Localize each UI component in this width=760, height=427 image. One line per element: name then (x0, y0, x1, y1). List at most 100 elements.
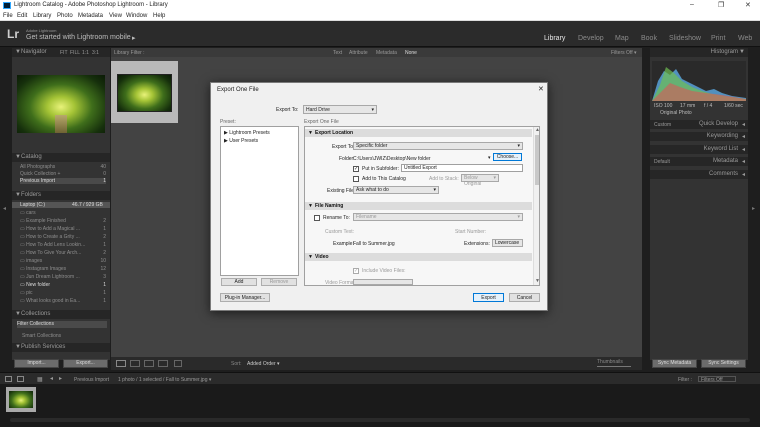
folder-dropdown-icon[interactable]: ▾ (488, 155, 491, 161)
module-book[interactable]: Book (641, 35, 657, 42)
filter-preset[interactable]: Filters Off ▾ (611, 50, 636, 56)
folder-row[interactable]: ▭ Jun Dream Lightroom ... 3 (20, 274, 106, 280)
keyword-list-header[interactable]: Keyword List ◂ (650, 145, 748, 154)
metadata-header[interactable]: Default Metadata ◂ (650, 157, 748, 166)
menu-metadata[interactable]: Metadata (78, 13, 103, 19)
module-print[interactable]: Print (711, 35, 725, 42)
smart-collections[interactable]: Smart Collections (22, 333, 108, 339)
import-button[interactable]: Import... (14, 359, 59, 368)
keywording-header[interactable]: Keywording ◂ (650, 132, 748, 141)
collections-header[interactable]: ▼ Collections (12, 310, 110, 319)
folder-row[interactable]: ▭ New folder 1 (20, 282, 106, 288)
cancel-button[interactable]: Cancel (509, 293, 540, 302)
histogram-header[interactable]: Histogram ▼ (650, 48, 748, 57)
export-confirm-button[interactable]: Export (473, 293, 504, 302)
scroll-down-icon[interactable]: ▼ (535, 278, 539, 284)
grid-view-icon[interactable] (116, 360, 126, 367)
loupe-view-icon[interactable] (130, 360, 140, 367)
minimize-button[interactable]: – (690, 1, 694, 8)
zoom-1-1[interactable]: 1:1 (82, 50, 89, 56)
catalog-item-previous-import[interactable]: Previous Import 1 (20, 178, 106, 184)
module-web[interactable]: Web (738, 35, 752, 42)
compare-view-icon[interactable] (144, 360, 154, 367)
scrollbar-thumb[interactable] (535, 135, 539, 185)
main-window-icon[interactable] (5, 376, 12, 382)
close-window-button[interactable]: ✕ (745, 1, 751, 9)
dialog-close-icon[interactable]: ✕ (538, 85, 544, 93)
catalog-item-quick[interactable]: Quick Collection + 0 (20, 171, 106, 177)
folder-row[interactable]: ▭ How To Give Your Arch... 2 (20, 250, 106, 256)
folder-row[interactable]: ▭ What looks good in Ea... 1 (20, 298, 106, 304)
forward-arrow-icon[interactable]: ▸ (59, 375, 62, 382)
folder-row[interactable]: ▭ How to Add a Magical ... 1 (20, 226, 106, 232)
zoom-3-1[interactable]: 3:1 (92, 50, 99, 56)
right-panel-toggle-icon[interactable]: ▸ (752, 205, 755, 212)
video-format-select[interactable] (353, 279, 413, 285)
survey-view-icon[interactable] (158, 360, 168, 367)
subfolder-checkbox[interactable]: ✓ (353, 166, 359, 172)
filmstrip-thumbnail-cell[interactable] (6, 387, 36, 412)
zoom-fill[interactable]: FILL (70, 50, 80, 56)
filter-attribute[interactable]: Attribute (349, 50, 368, 56)
menu-photo[interactable]: Photo (57, 13, 73, 19)
subfolder-input[interactable] (401, 164, 523, 172)
folder-row[interactable]: ▭ cars (20, 210, 106, 216)
second-window-icon[interactable] (17, 376, 24, 382)
module-slideshow[interactable]: Slideshow (669, 35, 701, 42)
histogram-graph[interactable] (652, 61, 746, 101)
section-video[interactable]: ▼ Video (305, 253, 532, 261)
preset-user[interactable]: ▶ User Presets (224, 138, 258, 144)
folders-header[interactable]: ▼ Folders (12, 191, 110, 200)
menu-view[interactable]: View (109, 13, 122, 19)
filter-metadata[interactable]: Metadata (376, 50, 397, 56)
filter-none[interactable]: None (405, 50, 417, 56)
sort-dropdown[interactable]: Added Order ▾ (247, 361, 280, 367)
folder-row[interactable]: ▭ How to Create a Grity ... 2 (20, 234, 106, 240)
existing-files-select[interactable]: Ask what to do ▾ (353, 186, 439, 194)
maximize-button[interactable]: ❐ (718, 1, 724, 9)
module-develop[interactable]: Develop (578, 35, 604, 42)
publish-header[interactable]: ▼ Publish Services (12, 343, 110, 352)
scroll-up-icon[interactable]: ▲ (535, 127, 539, 133)
section-export-location[interactable]: ▼ Export Location (305, 129, 532, 137)
preset-lightroom[interactable]: ▶ Lightroom Presets (224, 130, 270, 136)
filmstrip-source[interactable]: Previous Import (74, 377, 109, 383)
grid-icon[interactable]: ▦ (37, 376, 43, 383)
filmstrip-scrollbar[interactable] (10, 418, 750, 422)
painter-icon[interactable] (174, 360, 182, 367)
quick-develop-header[interactable]: Custom Quick Develop ◂ (650, 120, 748, 129)
module-library[interactable]: Library (544, 35, 565, 42)
filter-text[interactable]: Text (333, 50, 342, 56)
add-catalog-checkbox[interactable] (353, 176, 359, 182)
menu-file[interactable]: File (3, 13, 13, 19)
choose-folder-button[interactable]: Choose... (493, 153, 522, 161)
include-video-checkbox[interactable]: ✓ (353, 268, 359, 274)
stack-select[interactable]: Below Original ▾ (461, 174, 499, 187)
export-button[interactable]: Export... (63, 359, 108, 368)
folder-row[interactable]: ▭ How To Add Lens Lookin... 1 (20, 242, 106, 248)
filmstrip-filter-select[interactable]: Filters Off (698, 376, 736, 383)
remove-preset-button[interactable]: Remove (261, 278, 297, 286)
left-panel-toggle-icon[interactable]: ◂ (3, 205, 6, 212)
folder-row[interactable]: ▭ images 10 (20, 258, 106, 264)
back-arrow-icon[interactable]: ◂ (50, 375, 53, 382)
comments-header[interactable]: Comments ◂ (650, 170, 748, 179)
settings-scrollbar[interactable]: ▲ ▼ (533, 127, 539, 285)
menu-edit[interactable]: Edit (17, 13, 27, 19)
extensions-select[interactable]: Lowercase (492, 239, 523, 247)
add-preset-button[interactable]: Add (221, 278, 257, 286)
export-to-select[interactable]: Hard Drive ▾ (303, 105, 377, 114)
section-file-naming[interactable]: ▼ File Naming (305, 202, 532, 210)
menu-library[interactable]: Library (33, 13, 51, 19)
location-export-to-select[interactable]: Specific folder ▾ (353, 142, 523, 150)
folder-row[interactable]: ▭ Example Finished 2 (20, 218, 106, 224)
sync-settings-button[interactable]: Sync Settings (701, 359, 746, 368)
rename-checkbox[interactable] (314, 215, 320, 221)
thumbnail-size-slider[interactable] (597, 366, 631, 367)
folder-row[interactable]: ▭ Instagram Images 12 (20, 266, 106, 272)
volume-row[interactable]: Laptop (C:) 46.7 / 929 GB (12, 202, 110, 208)
navigator-preview-image[interactable] (17, 75, 105, 133)
zoom-fit[interactable]: FIT (60, 50, 68, 56)
folder-row[interactable]: ▭ pic 1 (20, 290, 106, 296)
navigator-header[interactable]: ▼ Navigator FIT FILL 1:1 3:1 (12, 48, 110, 57)
